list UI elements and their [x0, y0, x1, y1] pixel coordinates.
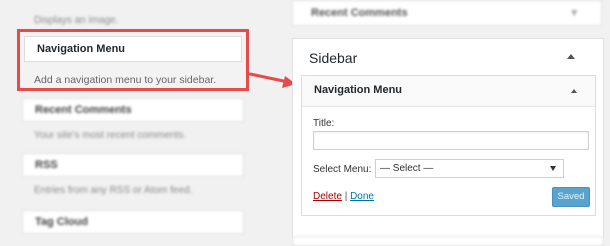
- title-input[interactable]: [313, 131, 589, 150]
- caret-up-icon[interactable]: [571, 89, 577, 93]
- widget-description: Your site's most recent comments.: [34, 130, 187, 141]
- widget-description: Add a navigation menu to your sidebar.: [34, 74, 217, 86]
- widget-title: Navigation Menu: [314, 84, 403, 96]
- delete-link[interactable]: Delete: [313, 191, 342, 202]
- available-widget-recent-comments[interactable]: Recent Comments: [22, 98, 244, 122]
- widget-title: Tag Cloud: [35, 216, 88, 228]
- highlighted-widget-callout: Navigation Menu Add a navigation menu to…: [17, 29, 249, 91]
- widget-title: Recent Comments: [311, 7, 408, 19]
- widget-title: Recent Comments: [35, 104, 132, 116]
- widget-title: Navigation Menu: [37, 43, 126, 55]
- widget-title: RSS: [35, 159, 58, 171]
- widget-area-below: [292, 236, 604, 246]
- sidebar-widget-area: Sidebar Navigation Menu Title: Select Me…: [292, 38, 604, 243]
- select-menu-label: Select Menu:: [313, 164, 372, 175]
- saved-button[interactable]: Saved: [552, 187, 590, 207]
- available-widget-rss[interactable]: RSS: [22, 153, 244, 177]
- sidebar-title[interactable]: Sidebar: [309, 50, 357, 66]
- available-widget-tag-cloud[interactable]: Tag Cloud: [22, 210, 244, 234]
- select-menu-value: — Select —: [380, 163, 434, 174]
- caret-down-icon: ▾: [571, 7, 577, 19]
- widget-areas-column: Recent Comments ▾ Sidebar Navigation Men…: [290, 0, 610, 246]
- navigation-menu-widget: Navigation Menu Title: Select Menu: — Se…: [301, 75, 596, 216]
- widget-recent-comments[interactable]: Recent Comments ▾: [292, 0, 602, 26]
- widget-description: Entries from any RSS or Atom feed.: [34, 185, 193, 196]
- title-label: Title:: [313, 118, 335, 129]
- dropdown-arrow-icon: [550, 166, 556, 171]
- select-menu-dropdown[interactable]: — Select —: [375, 159, 564, 178]
- available-widgets-column: Displays an image. Navigation Menu Add a…: [0, 0, 270, 243]
- done-link[interactable]: Done: [350, 191, 374, 202]
- widget-control-links: Delete | Done: [313, 191, 374, 202]
- caret-up-icon[interactable]: [567, 54, 575, 59]
- widget-description: Displays an image.: [34, 15, 119, 26]
- link-separator: |: [344, 191, 348, 202]
- available-widget-navigation-menu[interactable]: Navigation Menu: [24, 36, 242, 62]
- widget-header[interactable]: Navigation Menu: [302, 76, 595, 107]
